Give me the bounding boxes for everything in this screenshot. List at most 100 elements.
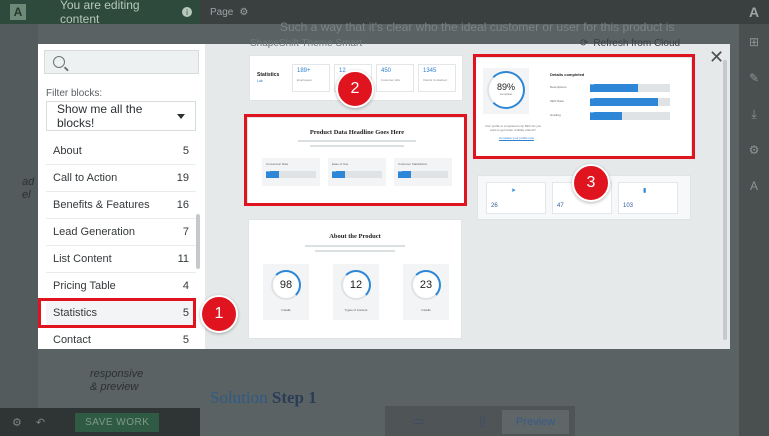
category-item-list-content[interactable]: List Content 11 <box>46 246 196 273</box>
block-card-details-completed[interactable]: 89% complete Details completed Descripti… <box>475 58 691 156</box>
step-badge-3: 3 <box>572 164 610 202</box>
ring-number: 98 <box>271 270 301 300</box>
progress-fill: 30% <box>332 171 345 178</box>
stats-row-sub: Lab <box>257 79 263 83</box>
category-label: Contact <box>53 334 91 346</box>
desktop-icon[interactable]: ▭ <box>412 413 424 429</box>
search-icon <box>53 56 65 68</box>
ring-number: 12 <box>341 270 371 300</box>
details-row-bar: 10% <box>590 84 670 92</box>
block-card-product-data[interactable]: Product Data Headline Goes Here Conversi… <box>248 118 466 204</box>
page-label[interactable]: Page <box>210 7 233 18</box>
details-row-bar: 30% <box>590 98 670 106</box>
page-settings-icon[interactable]: ⚙ <box>239 7 248 18</box>
product-data-headline: Product Data Headline Goes Here <box>309 129 405 136</box>
details-row: SEO Data 30% <box>550 98 670 106</box>
progress-fill: 50% <box>398 171 411 178</box>
category-item-about[interactable]: About 5 <box>46 138 196 165</box>
settings-gear-icon[interactable]: ⚙ <box>12 416 22 429</box>
section-heading-blue: Solution <box>210 388 268 407</box>
details-row-bar: 50% <box>590 112 670 120</box>
progress-bar: 50% <box>398 171 448 178</box>
block-card-about-product[interactable]: About the Product 98 Installs 12 Types o… <box>249 220 461 338</box>
tile-number: 26 <box>491 203 498 209</box>
placeholder-line <box>315 250 395 252</box>
block-search-box[interactable] <box>44 50 199 74</box>
handwritten-note-1: ad el <box>22 176 35 201</box>
pin-icon: ▮ <box>643 188 647 194</box>
ring-stat-box: 23 Installs <box>403 264 449 320</box>
settings-icon[interactable]: ⚙ <box>739 132 769 168</box>
about-product-headline: About the Product <box>329 233 381 240</box>
category-count: 16 <box>176 199 189 211</box>
category-count: 5 <box>182 307 189 319</box>
placeholder-line <box>298 140 416 142</box>
sidebar-scrollbar[interactable] <box>196 214 200 269</box>
percent-sub: complete <box>499 92 513 96</box>
left-canvas-strip <box>0 24 38 410</box>
ring-stat-box: 98 Installs <box>263 264 309 320</box>
percent-value: 89% <box>496 82 515 92</box>
tablet-icon[interactable]: ▯ <box>479 413 486 429</box>
stat-tile: ▮ 103 <box>618 182 678 214</box>
download-icon[interactable]: ⤓ <box>739 96 769 132</box>
ring-label: Installs <box>281 308 291 312</box>
category-label: Benefits & Features <box>53 199 150 211</box>
category-item-contact[interactable]: Contact 5 <box>46 327 196 349</box>
category-item-pricing-table[interactable]: Pricing Table 4 <box>46 273 196 300</box>
category-item-lead-generation[interactable]: Lead Generation 7 <box>46 219 196 246</box>
category-item-statistics[interactable]: Statistics 5 <box>46 300 196 327</box>
stat-number: 189+ <box>297 68 311 74</box>
progress-box: Conversion Rate 10% <box>262 158 320 186</box>
block-search-input[interactable] <box>71 56 191 68</box>
category-label: Lead Generation <box>53 226 135 238</box>
editing-notice-text: You are editing content <box>59 0 140 26</box>
progress-bar: 10% <box>266 171 316 178</box>
refresh-from-cloud-button[interactable]: ⟳ Refresh from Cloud <box>580 38 680 49</box>
save-work-button[interactable]: SAVE WORK <box>75 412 160 432</box>
details-row: Descriptions 10% <box>550 84 670 92</box>
placeholder-line <box>310 145 404 147</box>
undo-icon[interactable]: ↶ <box>36 416 45 429</box>
preview-button[interactable]: Preview <box>502 410 570 434</box>
complete-profile-link[interactable]: Complete your profile now <box>499 136 534 140</box>
brush-icon[interactable]: ✎ <box>739 60 769 96</box>
category-count: 19 <box>176 172 189 184</box>
category-item-benefits-features[interactable]: Benefits & Features 16 <box>46 192 196 219</box>
chevron-down-icon <box>177 113 185 119</box>
category-count: 4 <box>182 280 189 292</box>
typography-icon[interactable]: A <box>739 168 769 204</box>
progress-label: Conversion Rate <box>266 162 289 166</box>
tile-number: 103 <box>623 203 634 209</box>
section-heading: Solution Step 1 <box>210 388 317 408</box>
details-row-label: SEO Data <box>550 99 564 103</box>
details-row-label: Grading <box>550 113 561 117</box>
category-count: 11 <box>177 253 189 265</box>
filter-blocks-select[interactable]: Show me all the blocks! <box>46 101 196 131</box>
category-label: About <box>53 145 82 157</box>
category-label: Pricing Table <box>53 280 116 292</box>
info-icon[interactable]: i <box>182 7 193 17</box>
preview-scrollbar[interactable] <box>723 60 727 340</box>
ring-number: 23 <box>411 270 441 300</box>
progress-label: Customer Satisfaction <box>398 162 428 166</box>
details-row: Grading 50% <box>550 112 670 120</box>
progress-box: Ease of Use 30% <box>328 158 386 186</box>
category-count: 7 <box>182 226 189 238</box>
category-item-call-to-action[interactable]: Call to Action 19 <box>46 165 196 192</box>
block-library-modal: Filter blocks: Show me all the blocks! A… <box>38 38 730 349</box>
library-title: ShapeShift Theme Smart <box>250 38 363 49</box>
category-count: 5 <box>182 334 189 346</box>
close-modal-button[interactable]: ✕ <box>709 48 724 66</box>
stat-tile: ➤ 26 <box>486 182 546 214</box>
stat-box: 189+ Employees <box>292 64 330 92</box>
ring-label: Installs <box>421 308 431 312</box>
refresh-icon: ⟳ <box>580 38 589 49</box>
step-badge-2: 2 <box>336 70 374 108</box>
details-row-fill: 50% <box>590 112 622 120</box>
stat-number: 450 <box>381 68 392 74</box>
editing-notice-bar: A You are editing content i <box>0 0 200 26</box>
step-badge-1: 1 <box>200 295 238 333</box>
category-label: Call to Action <box>53 172 118 184</box>
add-block-icon[interactable]: ⊞ <box>739 24 769 60</box>
